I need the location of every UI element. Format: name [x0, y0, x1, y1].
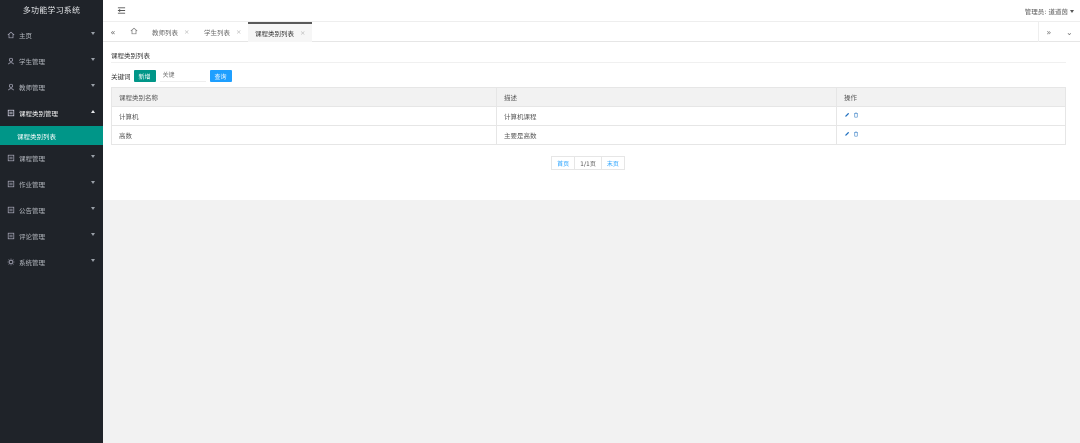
chevron-down-icon — [91, 32, 95, 35]
chevron-down-icon — [91, 259, 95, 262]
tab-course-category-list[interactable]: 课程类别列表 × — [248, 22, 313, 42]
sidebar-item-label: 主页 — [19, 32, 32, 40]
row-actions — [844, 112, 1065, 120]
first-page-link[interactable]: 首页 — [551, 156, 576, 170]
sidebar-item-home[interactable]: 主页 — [0, 22, 103, 48]
list-panel: 课程类别列表 关键词 新增 查询 课程类别名称 描述 操作 计算机 计算机课程 — [111, 50, 1066, 170]
add-button[interactable]: 新增 — [133, 70, 156, 82]
sidebar-item-course-category[interactable]: 课程类别管理 — [0, 100, 103, 126]
user-icon — [7, 57, 15, 65]
cell-desc: 主要是高数 — [496, 125, 837, 145]
tab-label: 课程类别列表 — [255, 30, 294, 38]
page-title: 课程类别列表 — [111, 52, 150, 60]
table-header-row: 课程类别名称 描述 操作 — [111, 87, 1066, 107]
edit-icon[interactable] — [844, 112, 850, 120]
list-icon — [7, 206, 15, 214]
delete-icon[interactable] — [853, 112, 859, 120]
tabs-right-controls: » ⌄ — [1038, 22, 1080, 42]
cell-desc: 计算机课程 — [496, 106, 837, 126]
search-toolbar: 关键词 新增 查询 — [111, 69, 1066, 83]
list-icon — [7, 109, 15, 117]
chevron-down-icon — [91, 84, 95, 87]
keyword-input[interactable] — [159, 70, 206, 82]
table-row: 高数 主要是高数 — [111, 125, 1066, 145]
sidebar-item-system[interactable]: 系统管理 — [0, 249, 103, 275]
divider — [111, 62, 1066, 63]
delete-icon[interactable] — [853, 131, 859, 139]
sidebar-item-label: 系统管理 — [19, 259, 45, 267]
chevron-down-icon — [91, 155, 95, 158]
tab-home[interactable] — [125, 22, 143, 42]
table-row: 计算机 计算机课程 — [111, 106, 1066, 126]
sidebar-item-label: 作业管理 — [19, 181, 45, 189]
sidebar-item-homework[interactable]: 作业管理 — [0, 171, 103, 197]
chevron-down-icon[interactable]: ⌄ — [1066, 28, 1073, 37]
tab-teacher-list[interactable]: 教师列表 × — [145, 22, 196, 42]
search-button[interactable]: 查询 — [209, 70, 232, 82]
category-table: 课程类别名称 描述 操作 计算机 计算机课程 高数 主要是高数 — [111, 87, 1066, 145]
row-actions — [844, 131, 1065, 139]
list-icon — [7, 180, 15, 188]
list-icon — [7, 232, 15, 240]
last-page-link[interactable]: 末页 — [600, 156, 625, 170]
tabs-scroll-left-icon[interactable]: « — [103, 22, 123, 42]
chevron-down-icon — [91, 233, 95, 236]
app-brand: 多功能学习系统 — [22, 6, 81, 15]
admin-menu[interactable]: 管理员: 道道茵 — [1025, 6, 1074, 16]
page-indicator: 1/1页 — [574, 156, 602, 170]
sidebar-item-students[interactable]: 学生管理 — [0, 48, 103, 74]
gear-icon — [7, 258, 15, 266]
sidebar-subitem-course-category-list[interactable]: 课程类别列表 — [0, 126, 103, 145]
chevron-up-icon — [91, 110, 95, 113]
list-icon — [7, 154, 15, 162]
cell-actions — [836, 125, 1066, 145]
column-header-name: 课程类别名称 — [111, 87, 497, 107]
caret-down-icon — [1070, 9, 1074, 13]
sidebar: 多功能学习系统 主页 学生管理 教师管理 课程类别管理 课程类别列表 课程管理 — [0, 0, 103, 443]
sidebar-item-notices[interactable]: 公告管理 — [0, 197, 103, 223]
main-content: 课程类别列表 关键词 新增 查询 课程类别名称 描述 操作 计算机 计算机课程 — [103, 42, 1080, 200]
admin-label: 管理员: 道道茵 — [1024, 8, 1068, 16]
sidebar-item-label: 公告管理 — [19, 207, 45, 215]
edit-icon[interactable] — [844, 131, 850, 139]
user-icon — [7, 83, 15, 91]
sidebar-item-label: 课程管理 — [19, 155, 45, 163]
sidebar-item-courses[interactable]: 课程管理 — [0, 145, 103, 171]
keyword-label: 关键词 — [111, 73, 131, 81]
pagination: 首页 1/1页 末页 — [111, 156, 1066, 170]
home-icon — [7, 31, 15, 39]
column-header-desc: 描述 — [496, 87, 837, 107]
sidebar-item-label: 课程类别管理 — [19, 110, 58, 118]
tab-label: 学生列表 — [204, 29, 230, 37]
menu-toggle-icon[interactable] — [117, 6, 126, 15]
sidebar-item-comments[interactable]: 评论管理 — [0, 223, 103, 249]
column-header-actions: 操作 — [836, 87, 1066, 107]
chevron-down-icon — [91, 181, 95, 184]
sidebar-item-label: 学生管理 — [19, 58, 45, 66]
sidebar-item-label: 教师管理 — [19, 84, 45, 92]
cell-name: 高数 — [111, 125, 497, 145]
cell-name: 计算机 — [111, 106, 497, 126]
cell-actions — [836, 106, 1066, 126]
chevron-down-icon — [91, 58, 95, 61]
chevron-down-icon — [91, 207, 95, 210]
sidebar-item-label: 评论管理 — [19, 233, 45, 241]
tabs-scroll-right-icon[interactable]: » — [1046, 28, 1051, 37]
close-icon[interactable]: × — [184, 28, 189, 36]
tabs-bar: « 教师列表 × 学生列表 × 课程类别列表 × » ⌄ — [103, 22, 1080, 42]
home-icon — [130, 27, 138, 37]
top-bar: 管理员: 道道茵 — [103, 0, 1080, 22]
close-icon[interactable]: × — [300, 29, 305, 37]
tab-label: 教师列表 — [152, 29, 178, 37]
close-icon[interactable]: × — [236, 28, 241, 36]
tab-student-list[interactable]: 学生列表 × — [197, 22, 248, 42]
sidebar-nav: 主页 学生管理 教师管理 课程类别管理 课程类别列表 课程管理 作业管理 公告管… — [0, 22, 103, 275]
sidebar-item-teachers[interactable]: 教师管理 — [0, 74, 103, 100]
